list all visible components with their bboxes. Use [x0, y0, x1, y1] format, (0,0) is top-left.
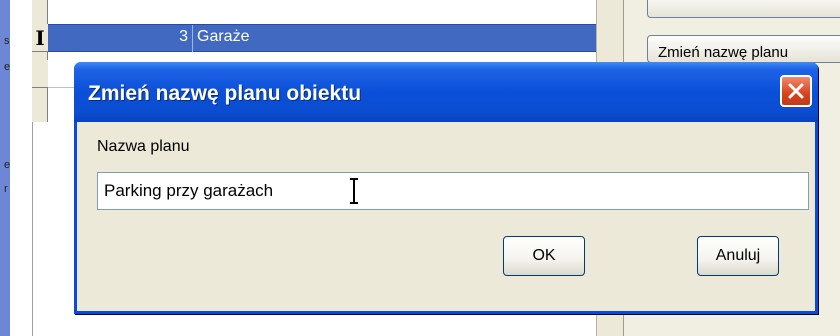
dialog-body: Nazwa planu OK Anuluj [77, 122, 815, 311]
row-number-cell[interactable]: 3 [48, 28, 188, 46]
left-strip-glyph: s [4, 35, 10, 47]
dialog-title: Zmień nazwę planu obiektu [88, 82, 362, 105]
plan-name-label: Nazwa planu [97, 138, 190, 155]
rename-plan-dialog: Zmień nazwę planu obiektu Nazwa planu OK… [74, 62, 818, 314]
rename-plan-button[interactable]: Zmień nazwę planu [647, 35, 840, 63]
row-name-cell[interactable]: Garaże [197, 28, 249, 46]
close-button[interactable] [780, 75, 812, 107]
row-indicator: I [32, 24, 48, 52]
cancel-button[interactable]: Anuluj [697, 236, 779, 276]
table-row[interactable]: I 3 Garaże [32, 24, 606, 52]
left-strip: s e e r [0, 0, 10, 336]
panel-top-button[interactable] [647, 0, 840, 18]
close-icon [788, 83, 804, 99]
dialog-titlebar[interactable]: Zmień nazwę planu obiektu [74, 62, 818, 122]
row-indicator [32, 60, 48, 88]
ok-button[interactable]: OK [503, 236, 585, 276]
left-strip-glyph: r [4, 183, 8, 195]
plan-name-input[interactable] [97, 172, 809, 210]
text-cursor-icon [350, 178, 358, 204]
selected-row-cells[interactable]: 3 Garaże [48, 24, 606, 52]
